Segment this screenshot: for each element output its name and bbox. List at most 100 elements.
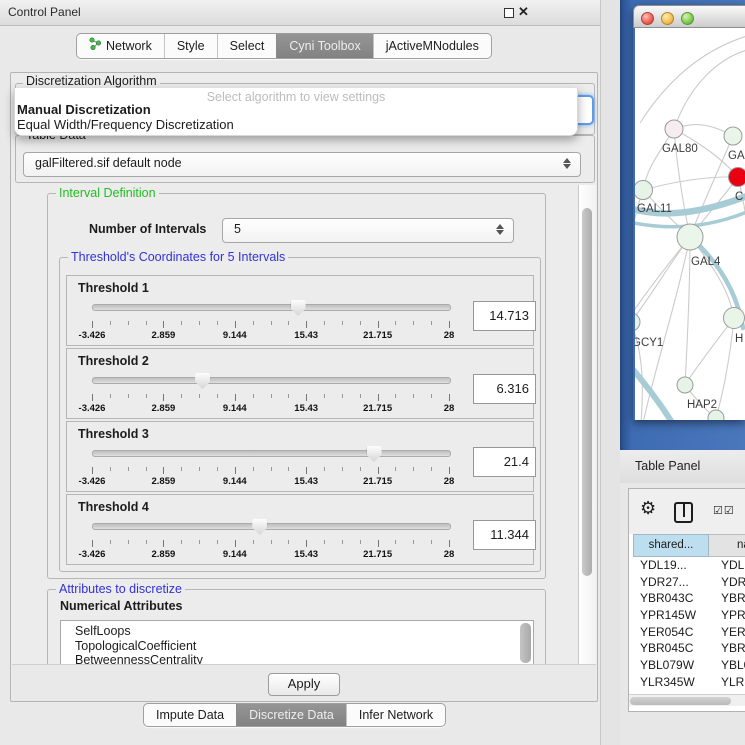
slider-thumb[interactable] [252, 519, 267, 535]
slider-track[interactable] [92, 450, 451, 457]
tick-mark [271, 540, 272, 544]
tick-mark [288, 394, 289, 398]
settings-scrollbar[interactable] [578, 185, 596, 664]
tab-impute-data[interactable]: Impute Data [144, 704, 236, 726]
apply-button[interactable]: Apply [268, 673, 340, 696]
tab-jactivemnodules[interactable]: jActiveMNodules [373, 34, 491, 58]
tick-mark [360, 394, 361, 398]
table-data-combobox[interactable]: galFiltered.sif default node [23, 152, 581, 177]
tick-mark [395, 540, 396, 544]
threshold-value-field[interactable]: 11.344 [473, 520, 536, 550]
close-icon[interactable]: ✕ [518, 4, 529, 20]
network-node[interactable] [724, 308, 745, 329]
table-hscrollbar[interactable] [629, 694, 745, 706]
tick-label: 2.859 [136, 330, 190, 341]
tick-mark [235, 394, 236, 401]
slider-thumb[interactable] [367, 446, 382, 462]
slider-track[interactable] [92, 304, 451, 311]
tick-mark [413, 467, 414, 471]
table-row[interactable]: YBR043CYBR0 [633, 590, 745, 607]
slider-track[interactable] [92, 523, 451, 530]
hscrollbar-thumb[interactable] [630, 697, 731, 705]
table-rows: YDL19...YDL1YDR27...YDR2YBR043CYBR0YPR14… [633, 557, 745, 694]
threshold-value-field[interactable]: 14.713 [473, 301, 536, 331]
tick-label: -3.426 [65, 476, 119, 487]
table-data-value: galFiltered.sif default node [35, 156, 182, 170]
table-row[interactable]: YLR345W YLR3 [633, 674, 745, 691]
algorithm-option-manual[interactable]: Manual Discretization [17, 102, 151, 117]
network-node[interactable] [729, 168, 745, 187]
network-node[interactable] [677, 224, 703, 250]
cell-name: YLR3 [721, 674, 745, 691]
table-header-row: shared... na [633, 534, 745, 557]
slider-thumb[interactable] [195, 373, 210, 389]
network-node[interactable] [635, 313, 640, 331]
list-scrollbar[interactable] [520, 623, 531, 663]
cell-shared-name: YLR345W [640, 674, 695, 691]
table-row[interactable]: YDR27...YDR2 [633, 574, 745, 591]
attribute-list-item[interactable]: SelfLoops [61, 624, 533, 639]
tick-mark [271, 321, 272, 325]
cell-name: YBR0 [721, 640, 745, 657]
column-header-shared-name[interactable]: shared... [633, 534, 709, 557]
tab-network[interactable]: Network [77, 34, 164, 58]
network-node[interactable] [708, 410, 724, 420]
float-window-icon[interactable] [504, 8, 514, 18]
network-node-label: C [735, 191, 743, 203]
tick-mark [288, 467, 289, 471]
tab-cyni-toolbox[interactable]: Cyni Toolbox [276, 34, 372, 58]
tick-mark [163, 467, 164, 474]
tick-mark [306, 540, 307, 547]
tick-mark [324, 394, 325, 398]
tab-discretize-data[interactable]: Discretize Data [236, 704, 346, 726]
slider-track[interactable] [92, 377, 451, 384]
column-header-name[interactable]: na [709, 534, 745, 557]
gear-icon[interactable]: ⚙ [640, 499, 656, 517]
threshold-value-field[interactable]: 21.4 [473, 447, 536, 477]
slider-thumb[interactable] [291, 300, 306, 316]
tick-mark [360, 321, 361, 325]
top-tab-bar: Network Style Select Cyni Toolbox jActiv… [76, 33, 492, 59]
network-node[interactable] [677, 377, 693, 393]
table-row[interactable]: YER054CYER0 [633, 624, 745, 641]
tab-style[interactable]: Style [164, 34, 217, 58]
table-row[interactable]: YBL079WYBL0 [633, 657, 745, 674]
attribute-list-item[interactable]: BetweennessCentrality [61, 653, 533, 664]
network-node[interactable] [665, 120, 683, 138]
select-columns-icon[interactable]: ☑☑ [713, 504, 735, 517]
columns-icon[interactable] [674, 502, 693, 523]
threshold-value-field[interactable]: 6.316 [473, 374, 536, 404]
network-canvas[interactable]: GAL80GALCGAL11GAL4GCY1HHAP2 [635, 28, 745, 420]
table-row[interactable]: YBR045CYBR0 [633, 640, 745, 657]
zoom-traffic-light-icon[interactable] [681, 12, 694, 25]
tick-mark [163, 321, 164, 328]
tick-mark [378, 321, 379, 328]
panel-splitter[interactable] [600, 0, 621, 745]
tick-mark [199, 467, 200, 471]
tick-mark [431, 540, 432, 544]
attribute-list-item[interactable]: TopologicalCoefficient [61, 639, 533, 654]
tick-mark [306, 394, 307, 401]
network-node[interactable] [724, 127, 742, 145]
num-intervals-combobox[interactable]: 5 [222, 218, 514, 243]
cell-name: YPR1 [721, 607, 745, 624]
tab-infer-network[interactable]: Infer Network [346, 704, 445, 726]
tick-mark [146, 394, 147, 398]
network-window-titlebar[interactable] [633, 5, 745, 28]
algorithm-option-equal-width[interactable]: Equal Width/Frequency Discretization [17, 117, 234, 132]
cell-shared-name: YPR145W [640, 607, 696, 624]
tick-label: -3.426 [65, 330, 119, 341]
network-node[interactable] [635, 181, 653, 200]
tick-mark [128, 321, 129, 325]
tick-mark [324, 540, 325, 544]
cell-shared-name: YDR27... [640, 574, 689, 591]
minimize-traffic-light-icon[interactable] [661, 12, 674, 25]
table-row[interactable]: YDL19...YDL1 [633, 557, 745, 574]
table-row[interactable]: YPR145W YPR1 [633, 607, 745, 624]
network-window: GAL80GALCGAL11GAL4GCY1HHAP2 [633, 5, 745, 420]
attributes-group: Attributes to discretize Numerical Attri… [47, 589, 546, 664]
close-traffic-light-icon[interactable] [641, 12, 654, 25]
scrollbar-thumb[interactable] [582, 208, 592, 576]
threshold-label: Threshold 4 [78, 500, 149, 514]
tab-select[interactable]: Select [217, 34, 277, 58]
